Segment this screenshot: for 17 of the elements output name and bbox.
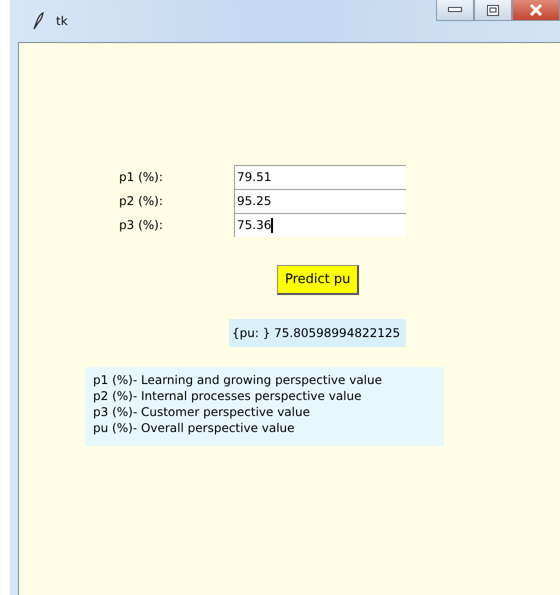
close-icon [529,4,543,16]
result-label: {pu: } 75.80598994822125 [229,319,406,347]
close-button[interactable] [512,0,560,21]
legend-line: p1 (%)- Learning and growing perspective value [93,372,383,388]
maximize-icon [487,4,499,16]
maximize-button[interactable] [474,0,512,21]
predict-button[interactable]: Predict pu [277,265,360,295]
feather-icon [32,12,44,30]
legend-line: p2 (%)- Internal processes perspective value [93,388,362,404]
legend-line: pu (%)- Overall perspective value [93,420,296,436]
window-title: tk [56,14,68,28]
minimize-icon [448,7,462,13]
input-field[interactable]: 95.25 [234,189,406,213]
minimize-button[interactable] [436,0,474,21]
legend-line: p3 (%)- Customer perspective value [93,404,311,420]
input-field[interactable]: 75.36 [234,213,406,237]
input-field[interactable]: 79.51 [234,165,406,189]
